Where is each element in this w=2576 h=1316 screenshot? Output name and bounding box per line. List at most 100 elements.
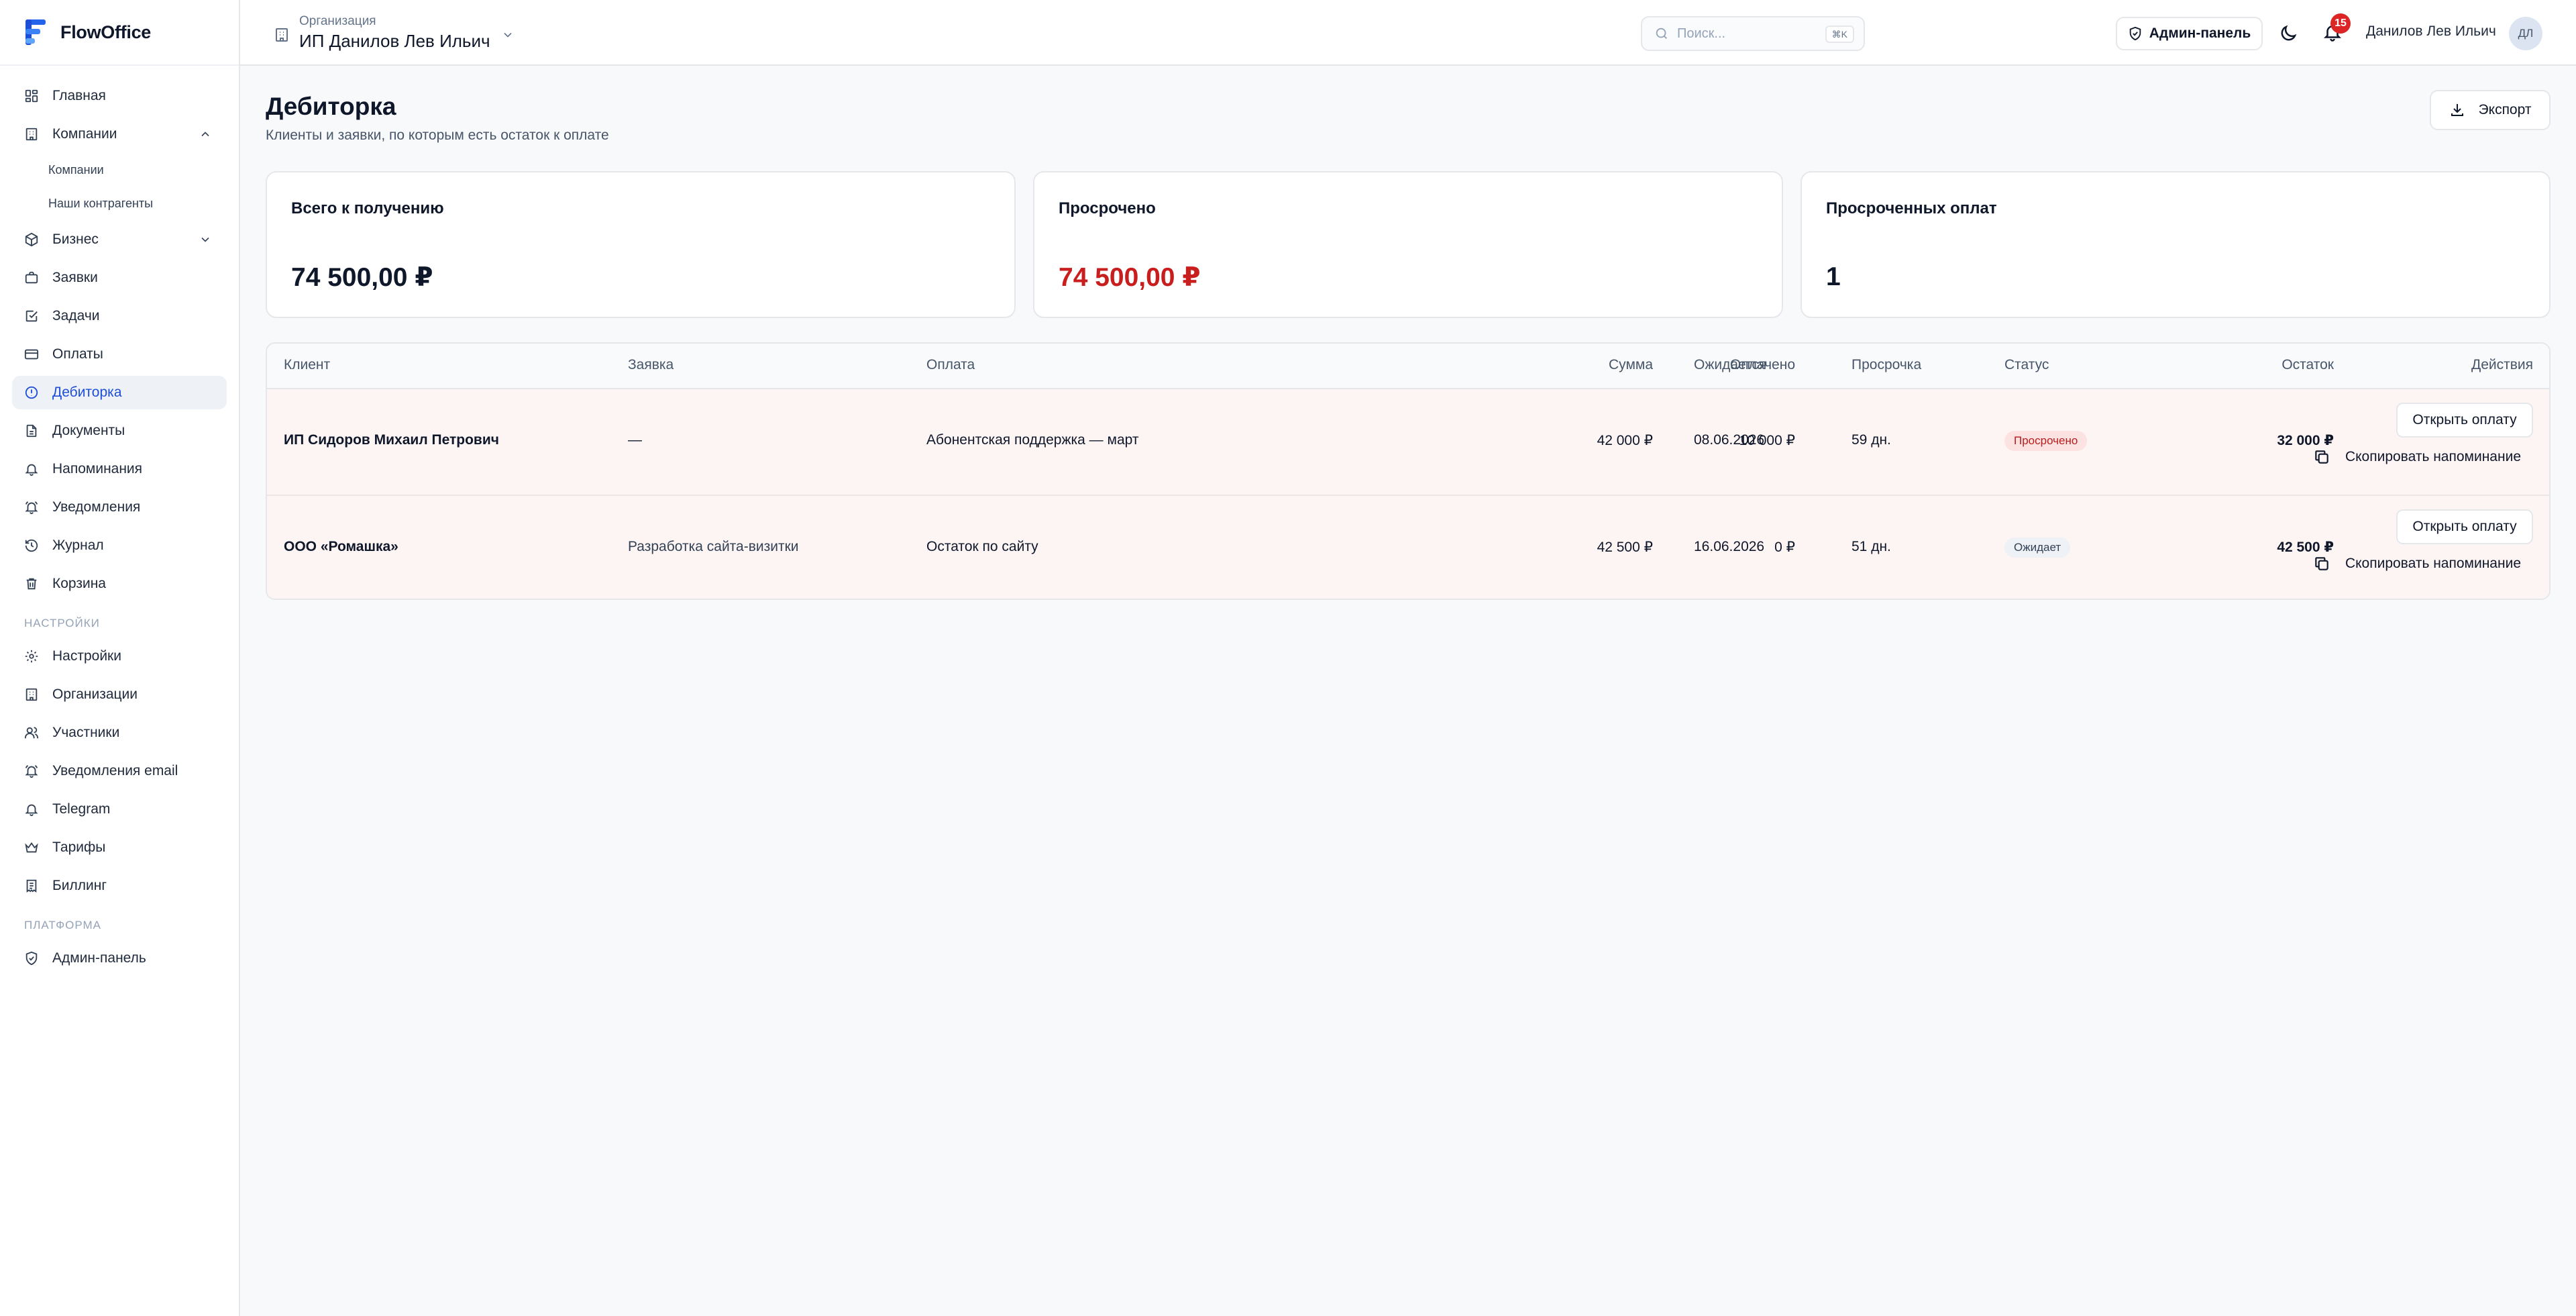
cell-request[interactable]: Разработка сайта-визитки <box>628 539 799 555</box>
flowoffice-logo-icon <box>25 19 46 45</box>
alert-circle-icon <box>24 385 39 400</box>
sidebar-item-payments[interactable]: Оплаты <box>12 338 227 371</box>
cell-amount: 42 500 ₽ <box>1597 540 1653 555</box>
sidebar-item-trash[interactable]: Корзина <box>12 567 227 601</box>
sidebar-subitem-counterparties[interactable]: Наши контрагенты <box>12 189 227 217</box>
dashboard-icon <box>24 89 39 103</box>
sidebar-section-settings: НАСТРОЙКИ <box>24 617 100 629</box>
cell-remaining: 42 500 ₽ <box>2277 540 2334 555</box>
sidebar-item-home[interactable]: Главная <box>12 79 227 113</box>
card-value: 1 <box>1826 262 1841 291</box>
cell-payment[interactable]: Абонентская поддержка — март <box>926 432 1138 448</box>
sidebar-item-reminders[interactable]: Напоминания <box>12 452 227 486</box>
app-name: FlowOffice <box>60 21 152 42</box>
sidebar-subitem-companies[interactable]: Компании <box>12 156 227 184</box>
cell-client[interactable]: ИП Сидоров Михаил Петрович <box>284 432 499 448</box>
search-input[interactable] <box>1677 26 1825 42</box>
sidebar-item-label: Главная <box>52 88 106 103</box>
cell-payment[interactable]: Остаток по сайту <box>926 539 1038 555</box>
column-header-expected: Ожидается <box>1694 357 1767 372</box>
copy-reminder-label: Скопировать напоминание <box>2345 449 2521 464</box>
sidebar-item-email-notifications[interactable]: Уведомления email <box>12 754 227 788</box>
avatar[interactable]: ДЛ <box>2509 17 2542 50</box>
cell-expected-date: 16.06.2026 <box>1694 539 1765 554</box>
search-shortcut-hint: ⌘K <box>1825 26 1854 43</box>
sidebar-item-telegram[interactable]: Telegram <box>12 793 227 826</box>
box-icon <box>24 232 39 247</box>
status-badge: Просрочено <box>2004 431 2088 451</box>
building-icon <box>24 687 39 702</box>
sidebar-item-companies[interactable]: Компании <box>12 117 227 151</box>
page-title: Дебиторка <box>266 93 396 120</box>
admin-panel-button[interactable]: Админ-панель <box>2116 17 2263 50</box>
sidebar-item-tasks[interactable]: Задачи <box>12 299 227 333</box>
sidebar-item-business[interactable]: Бизнес <box>12 223 227 256</box>
sidebar-item-documents[interactable]: Документы <box>12 414 227 448</box>
copy-reminder-button[interactable]: Скопировать напоминание <box>2313 555 2521 572</box>
bell-icon <box>24 462 39 476</box>
building-icon <box>276 28 288 42</box>
export-button[interactable]: Экспорт <box>2430 90 2551 130</box>
column-header-client: Клиент <box>284 357 331 372</box>
page-subtitle: Клиенты и заявки, по которым есть остато… <box>266 128 609 143</box>
sidebar-item-requests[interactable]: Заявки <box>12 261 227 295</box>
moon-icon[interactable] <box>2278 23 2298 44</box>
summary-card-total: Всего к получению 74 500,00 ₽ <box>266 171 1016 318</box>
sidebar-item-notifications[interactable]: Уведомления <box>12 491 227 524</box>
chevron-up-icon <box>201 132 209 137</box>
search-box[interactable]: ⌘K <box>1641 16 1865 51</box>
sidebar-item-label: Документы <box>52 423 125 438</box>
sidebar-item-members[interactable]: Участники <box>12 716 227 750</box>
table-row: ООО «Ромашка» Разработка сайта-визитки О… <box>267 495 2549 599</box>
sidebar-item-label: Напоминания <box>52 461 143 476</box>
sidebar: FlowOffice Главная Компании Компании Наш… <box>0 0 240 1316</box>
sidebar-item-label: Организации <box>52 687 138 702</box>
sidebar-item-settings[interactable]: Настройки <box>12 640 227 673</box>
copy-icon <box>2315 557 2328 570</box>
chevron-down-icon <box>201 237 209 242</box>
crown-icon <box>24 840 39 855</box>
chevron-down-icon <box>503 32 512 38</box>
users-icon <box>24 725 39 740</box>
export-label: Экспорт <box>2478 102 2532 117</box>
sidebar-item-label: Корзина <box>52 576 106 591</box>
main-nav: Главная Компании Компании Наши контраген… <box>0 66 239 975</box>
sidebar-item-tariffs[interactable]: Тарифы <box>12 831 227 864</box>
sidebar-item-label: Тарифы <box>52 840 106 855</box>
open-payment-button[interactable]: Открыть оплату <box>2396 509 2533 544</box>
sidebar-item-admin-panel[interactable]: Админ-панель <box>12 942 227 975</box>
column-header-payment: Оплата <box>926 357 975 372</box>
summary-card-overdue: Просрочено 74 500,00 ₽ <box>1033 171 1783 318</box>
brand[interactable]: FlowOffice <box>0 0 239 66</box>
building-icon <box>24 127 39 142</box>
cell-client[interactable]: ООО «Ромашка» <box>284 539 398 555</box>
column-header-overdue: Просрочка <box>1851 357 1922 372</box>
copy-reminder-button[interactable]: Скопировать напоминание <box>2313 448 2521 466</box>
table-row: ИП Сидоров Михаил Петрович — Абонентская… <box>267 389 2549 495</box>
credit-card-icon <box>24 347 39 362</box>
shield-check-icon <box>2129 26 2141 41</box>
search-icon <box>1656 28 1667 39</box>
cell-expected-date: 08.06.2026 <box>1694 432 1765 448</box>
check-square-icon <box>24 309 39 323</box>
cell-overdue-days: 51 дн. <box>1851 539 1891 554</box>
sidebar-section-platform: ПЛАТФОРМА <box>24 919 102 931</box>
user-name[interactable]: Данилов Лев Ильич <box>2366 23 2496 40</box>
sidebar-item-label: Компании <box>52 126 117 142</box>
sidebar-item-label: Уведомления email <box>52 763 178 778</box>
bell-ring-icon <box>24 764 39 778</box>
sidebar-item-label: Настройки <box>52 648 121 664</box>
card-label: Просроченных оплат <box>1826 199 1997 217</box>
sidebar-item-label: Дебиторка <box>52 385 122 400</box>
sidebar-item-journal[interactable]: Журнал <box>12 529 227 562</box>
column-header-remaining: Остаток <box>2282 357 2334 372</box>
open-payment-button[interactable]: Открыть оплату <box>2396 403 2533 438</box>
org-switcher[interactable]: Организация ИП Данилов Лев Ильич <box>274 13 515 52</box>
sidebar-item-billing[interactable]: Биллинг <box>12 869 227 903</box>
cell-request: — <box>628 432 642 448</box>
sidebar-item-receivables[interactable]: Дебиторка <box>12 376 227 409</box>
sidebar-item-label: Заявки <box>52 270 98 285</box>
sidebar-item-label: Участники <box>52 725 120 740</box>
card-label: Всего к получению <box>291 199 444 217</box>
sidebar-item-organizations[interactable]: Организации <box>12 678 227 711</box>
